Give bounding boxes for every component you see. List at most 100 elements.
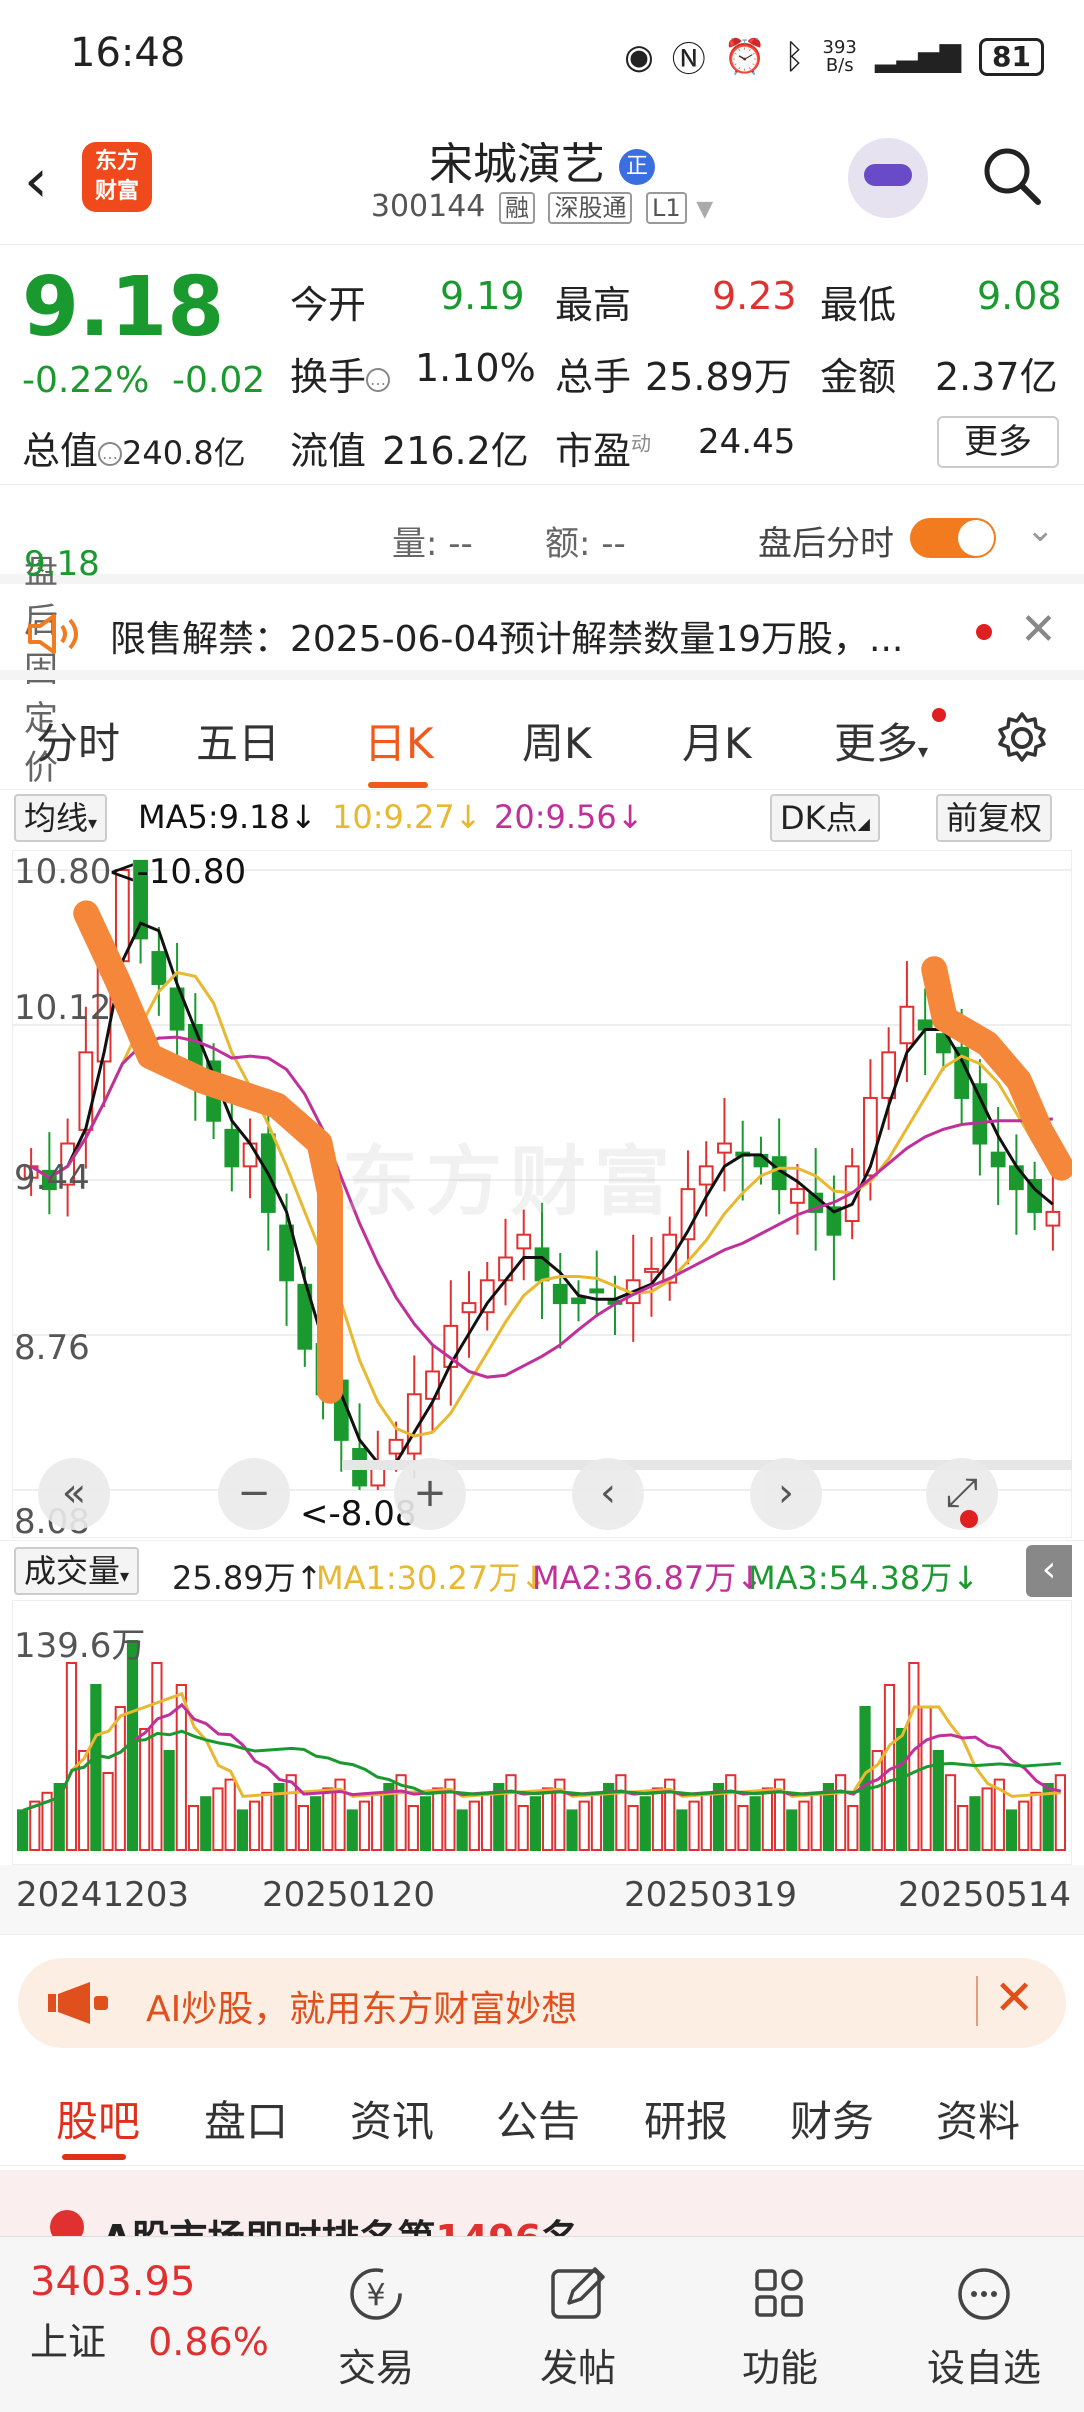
volume-bar — [542, 1787, 554, 1851]
tag-connect: 深股通 — [548, 192, 633, 224]
bluetooth-icon: ᛒ — [784, 36, 805, 77]
volume-bar — [17, 1809, 29, 1851]
divider — [976, 1976, 978, 2026]
ma-selector-label: 均线 — [24, 799, 89, 837]
ai-banner-text: AI炒股，就用东方财富妙想 — [146, 1989, 578, 2030]
notice-bar[interactable]: 限售解禁：2025-06-04预计解禁数量19万股，... ✕ — [0, 584, 1084, 680]
kline-chart[interactable]: 东方财富 10.80 10.12 9.44 8.76 8.08 <-10.80 … — [12, 850, 1072, 1542]
volume-bar — [761, 1787, 773, 1851]
volume-bar — [480, 1791, 493, 1852]
candle-body — [899, 1005, 915, 1045]
fast-backward-button[interactable]: « — [38, 1458, 110, 1530]
change-percent: -0.22% — [22, 360, 150, 401]
date-tick-2: 20250120 — [262, 1875, 436, 1915]
volume-bar — [1005, 1809, 1018, 1851]
ma-selector[interactable]: 均线▾ — [14, 794, 108, 842]
tab-weekly-k[interactable]: 周K — [522, 710, 592, 771]
unread-dot — [976, 624, 992, 640]
after-hours-amount: 额: -- — [545, 524, 626, 564]
close-icon[interactable]: ✕ — [1020, 604, 1057, 655]
open-label: 今开 — [290, 283, 367, 327]
dropdown-triangle-icon: ▾ — [120, 1566, 130, 1587]
nav-add-watchlist[interactable]: 设自选 — [884, 2237, 1084, 2392]
ma-indicator-row: 均线▾ MA5:9.18↓ 10:9.27↓ 20:9.56↓ DK点◢ 前复权 — [0, 790, 1084, 850]
volume-bar — [590, 1791, 603, 1852]
pe-value: 24.45 — [698, 422, 796, 462]
zoom-in-button[interactable]: + — [394, 1458, 466, 1530]
volume-selector[interactable]: 成交量▾ — [14, 1547, 140, 1595]
volume-bar — [432, 1787, 444, 1851]
eye-icon: ◉ — [624, 36, 654, 77]
adjust-price-button[interactable]: 前复权 — [936, 794, 1053, 842]
tab-financials[interactable]: 财务 — [790, 2088, 874, 2149]
volume-bar — [615, 1774, 627, 1851]
notice-text: 限售解禁：2025-06-04预计解禁数量19万股，... — [110, 619, 904, 660]
turnover-label: 换手… — [290, 346, 391, 401]
close-icon[interactable]: ✕ — [994, 1970, 1034, 2026]
tab-more[interactable]: 更多▾ — [834, 710, 928, 771]
tab-research[interactable]: 研报 — [644, 2088, 728, 2149]
stock-header: ‹ 东方 财富 宋城演艺 正 300144 融 深股通 L1 ▼ — [0, 110, 1084, 245]
ai-promo-banner[interactable]: AI炒股，就用东方财富妙想 ✕ — [18, 1958, 1066, 2048]
tag-level[interactable]: L1 — [646, 192, 687, 224]
total-value-label: 总值 — [22, 429, 99, 473]
tab-intraday[interactable]: 分时 — [36, 710, 120, 771]
candle-body — [224, 1128, 240, 1168]
volume-bar — [505, 1774, 517, 1851]
volume-bar — [578, 1800, 590, 1852]
volume-bar — [187, 1805, 200, 1851]
date-tick-1: 20241203 — [16, 1875, 190, 1915]
candle-body — [461, 1302, 477, 1314]
search-icon[interactable] — [980, 144, 1044, 208]
alarm-icon: ⏰ — [723, 36, 767, 77]
ranking-card-peek[interactable]: A股市场即时排名第1496名 — [0, 2170, 1084, 2240]
candle-body — [78, 1051, 94, 1131]
volume-chart[interactable]: 139.6万 — [11, 1599, 1073, 1866]
volume-bar — [163, 1750, 175, 1851]
volume-bar — [1030, 1791, 1042, 1852]
tab-news[interactable]: 资讯 — [350, 2088, 434, 2149]
dropdown-triangle-icon[interactable]: ▼ — [696, 197, 713, 222]
trade-icon: ¥ — [350, 2268, 402, 2320]
low-label: 最低 — [820, 283, 897, 327]
gear-icon[interactable] — [994, 710, 1050, 766]
tab-forum[interactable]: 股吧 — [56, 2088, 140, 2149]
ai-assistant-avatar[interactable] — [848, 138, 928, 218]
volume-bar — [517, 1805, 529, 1851]
collapse-panel-icon[interactable]: ‹ — [1026, 1545, 1072, 1597]
index-widget[interactable]: 3403.95 上证 0.86% — [30, 2259, 269, 2366]
after-hours-toggle[interactable] — [910, 518, 996, 558]
pe-label: 市盈动 — [555, 420, 651, 475]
volume-bar — [346, 1809, 358, 1851]
info-icon[interactable]: … — [98, 441, 123, 466]
volume-value: 25.89万↑ — [172, 1559, 323, 1597]
nav-functions[interactable]: 功能 — [680, 2237, 880, 2392]
dk-point-button[interactable]: DK点◢ — [770, 794, 880, 842]
nav-trade[interactable]: ¥ 交易 — [276, 2237, 476, 2392]
nav-post[interactable]: 发帖 — [478, 2237, 678, 2392]
chevron-down-icon[interactable]: ⌄ — [1026, 510, 1055, 550]
zoom-out-button[interactable]: − — [218, 1458, 290, 1530]
fullscreen-dot — [960, 1510, 978, 1528]
tab-announcements[interactable]: 公告 — [496, 2088, 580, 2149]
volume-label: 总手 — [555, 355, 632, 399]
tab-orderbook[interactable]: 盘口 — [204, 2088, 288, 2149]
candle-body — [644, 1267, 659, 1273]
more-quote-button[interactable]: 更多 — [937, 416, 1059, 468]
volume-bar — [200, 1796, 212, 1851]
step-forward-button[interactable]: › — [750, 1458, 822, 1530]
volume-bar — [957, 1805, 969, 1851]
volume-bar — [248, 1800, 261, 1852]
step-back-button[interactable]: ‹ — [572, 1458, 644, 1530]
tab-daily-k[interactable]: 日K — [364, 710, 434, 771]
candle-body — [552, 1283, 568, 1305]
tab-five-day[interactable]: 五日 — [196, 710, 280, 771]
tab-monthly-k[interactable]: 月K — [682, 710, 752, 771]
volume-bar — [407, 1805, 419, 1851]
more-dots-icon — [958, 2268, 1010, 2320]
volume-bar — [700, 1791, 712, 1852]
turnover-label-text: 换手 — [290, 355, 367, 399]
tab-profile[interactable]: 资料 — [936, 2088, 1020, 2149]
volume-bar — [737, 1805, 749, 1851]
info-icon[interactable]: … — [366, 367, 391, 392]
